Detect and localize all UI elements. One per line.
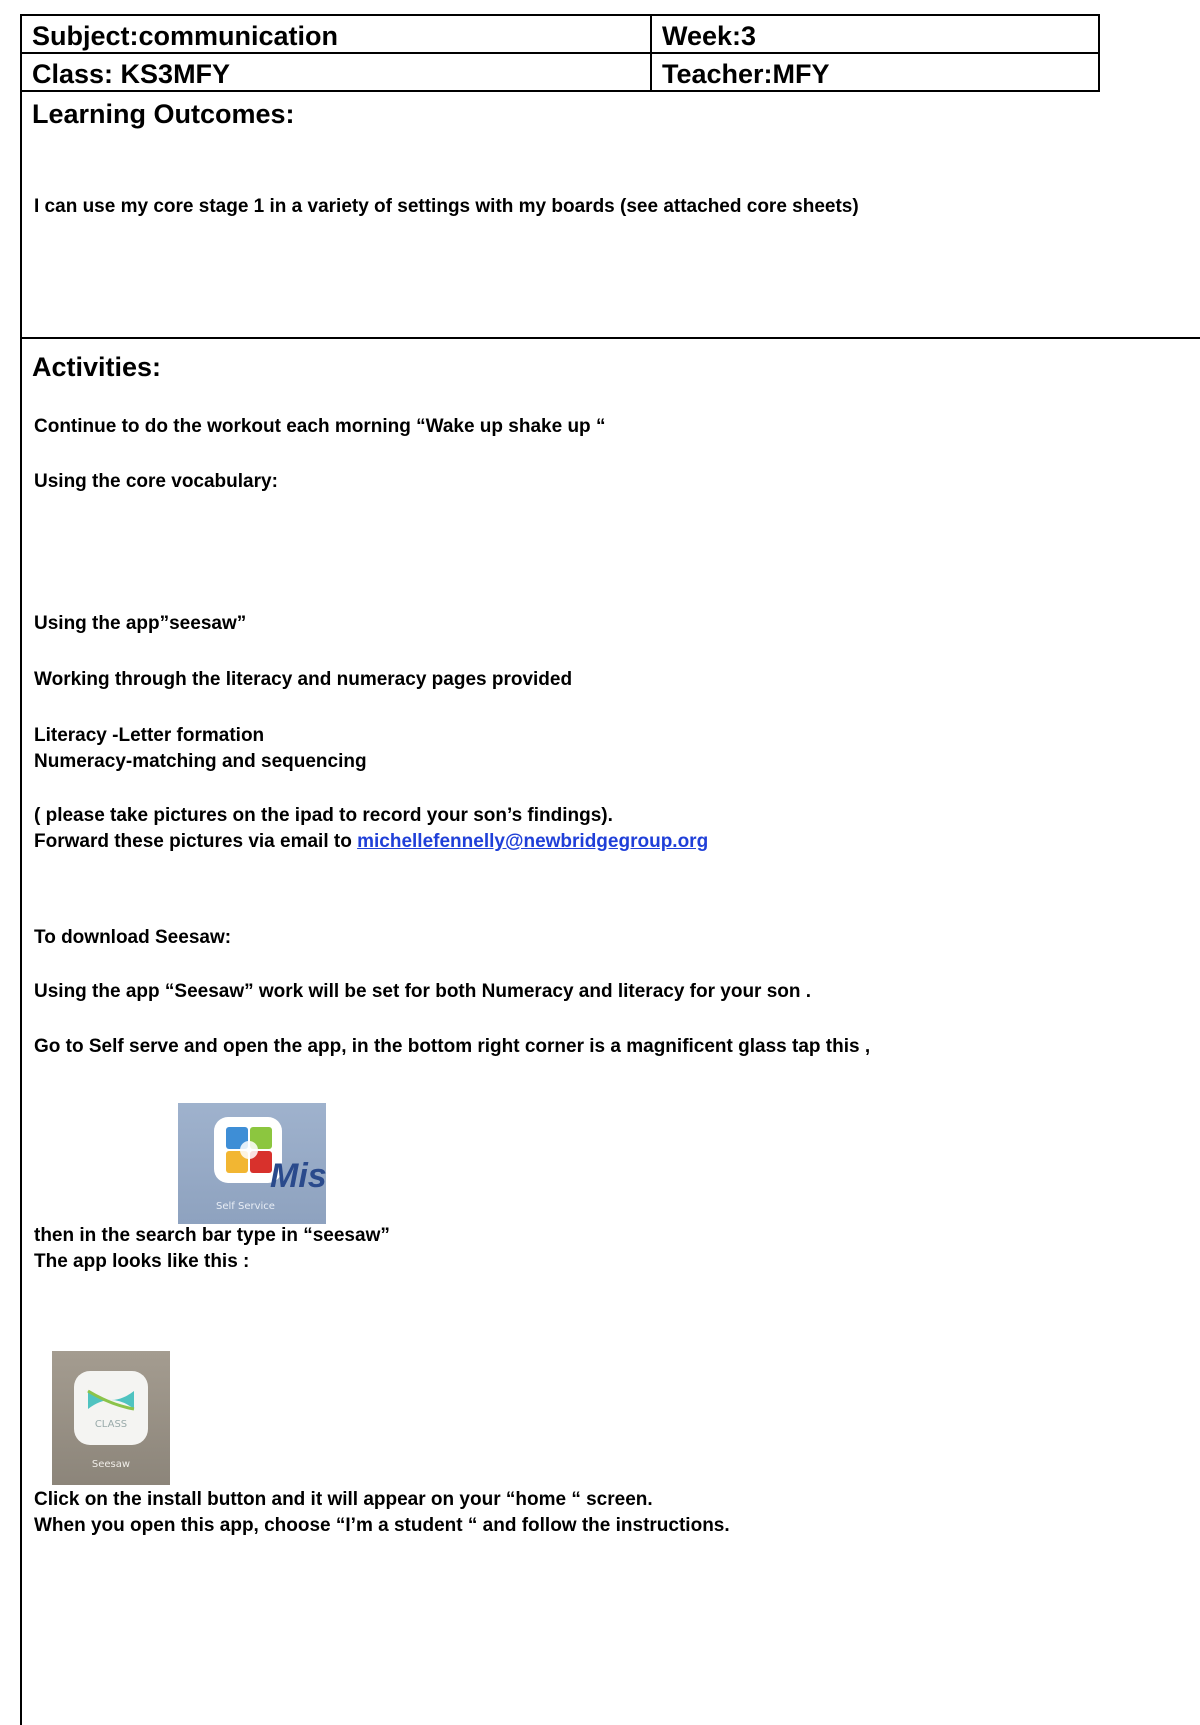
lesson-plan-document: Subject:communication Week:3 Class: KS3M… (20, 14, 1200, 1725)
header-row-1: Subject:communication Week:3 (20, 14, 1100, 54)
header-row-2: Class: KS3MFY Teacher:MFY (20, 52, 1100, 92)
seesaw-icon-name-label: Seesaw (91, 1459, 131, 1470)
teacher-cell: Teacher:MFY (662, 59, 830, 89)
activity-line-app-looks: The app looks like this : (34, 1251, 250, 1272)
seesaw-icon-class-label: CLASS (94, 1419, 128, 1430)
forward-email-prefix: Forward these pictures via email to (34, 831, 358, 852)
week-cell: Week:3 (662, 21, 757, 51)
activity-line-search-bar: then in the search bar type in “seesaw” (34, 1225, 390, 1246)
seesaw-class-app-icon: CLASS Seesaw (52, 1351, 170, 1485)
self-service-app-icon: Miss Self Service (178, 1103, 326, 1224)
activity-line-student: When you open this app, choose “I’m a st… (34, 1515, 730, 1536)
activity-line-seesaw-work: Using the app “Seesaw” work will be set … (34, 981, 812, 1002)
activity-line-self-serve: Go to Self serve and open the app, in th… (34, 1036, 871, 1057)
activity-line-forward-email: Forward these pictures via email to mich… (34, 829, 708, 855)
email-link[interactable]: michellefennelly@newbridgegroup.org (357, 831, 708, 852)
learning-outcomes-section: Learning Outcomes: I can use my core sta… (20, 92, 1200, 339)
self-service-caption: Self Service (216, 1201, 275, 1212)
activity-line-install: Click on the install button and it will … (34, 1489, 653, 1510)
activity-line-pictures: ( please take pictures on the ipad to re… (34, 805, 613, 826)
activities-section: Activities: Continue to do the workout e… (20, 339, 1200, 1725)
subject-cell: Subject:communication (32, 21, 339, 51)
class-cell: Class: KS3MFY (32, 59, 231, 89)
activities-heading: Activities: (32, 352, 162, 382)
activity-line-seesaw-app: Using the app”seesaw” (34, 613, 247, 634)
activity-line-literacy: Literacy -Letter formation (34, 725, 265, 746)
learning-outcomes-text: I can use my core stage 1 in a variety o… (34, 196, 859, 217)
activity-line-literacy-numeracy: Working through the literacy and numerac… (34, 669, 573, 690)
activity-line-workout: Continue to do the workout each morning … (34, 416, 606, 437)
learning-outcomes-heading: Learning Outcomes: (32, 99, 295, 129)
activity-line-core-vocab: Using the core vocabulary: (34, 471, 278, 492)
activity-line-numeracy: Numeracy-matching and sequencing (34, 751, 367, 772)
activity-line-download-seesaw: To download Seesaw: (34, 927, 232, 948)
